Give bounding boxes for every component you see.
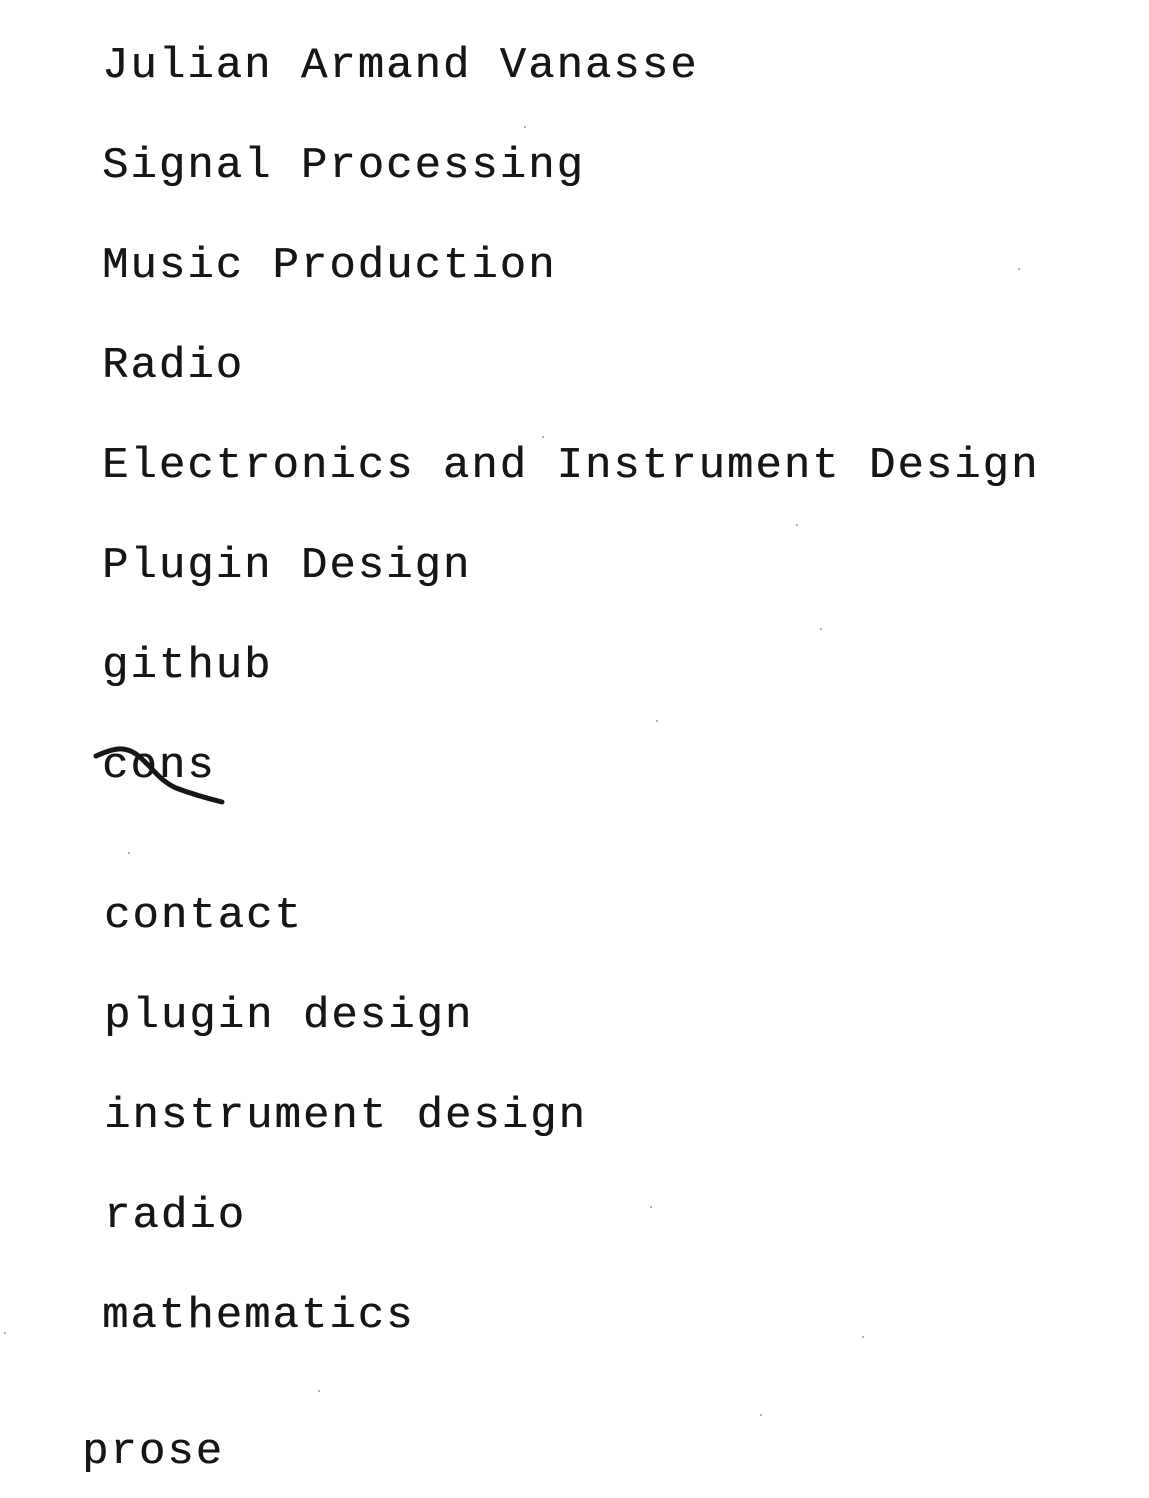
paper-speck [656,720,658,722]
menu-item-mathematics[interactable]: mathematics [102,1294,414,1338]
menu-item-radio-lower[interactable]: radio [104,1194,246,1238]
author-name: Julian Armand Vanasse [102,41,699,91]
paper-speck [760,1414,762,1416]
menu-item-music-production[interactable]: Music Production [102,244,556,288]
paper-speck [796,524,798,526]
paper-speck [4,1332,6,1334]
paper-speck [650,1206,652,1208]
typed-page: Julian Armand Vanasse Signal Processing … [0,0,1149,1498]
paper-speck [862,1336,864,1338]
menu-item-plugin-design[interactable]: Plugin Design [102,544,471,588]
paper-speck [524,126,526,128]
menu-item-plugin-design-lower[interactable]: plugin design [104,994,473,1038]
menu-item-cons[interactable]: cons [102,744,216,788]
menu-item-instrument-design[interactable]: instrument design [104,1094,587,1138]
menu-item-electronics-instrument-design[interactable]: Electronics and Instrument Design [102,444,1039,488]
paper-speck [542,436,544,438]
paper-speck [1018,268,1020,270]
paper-speck [128,852,130,854]
menu-item-radio[interactable]: Radio [102,344,244,388]
menu-item-github[interactable]: github [102,644,272,688]
menu-item-contact[interactable]: contact [104,894,303,938]
paper-speck [820,628,822,630]
paper-speck [318,1390,320,1392]
menu-item-signal-processing[interactable]: Signal Processing [102,144,585,188]
menu-item-prose[interactable]: prose [82,1430,224,1474]
